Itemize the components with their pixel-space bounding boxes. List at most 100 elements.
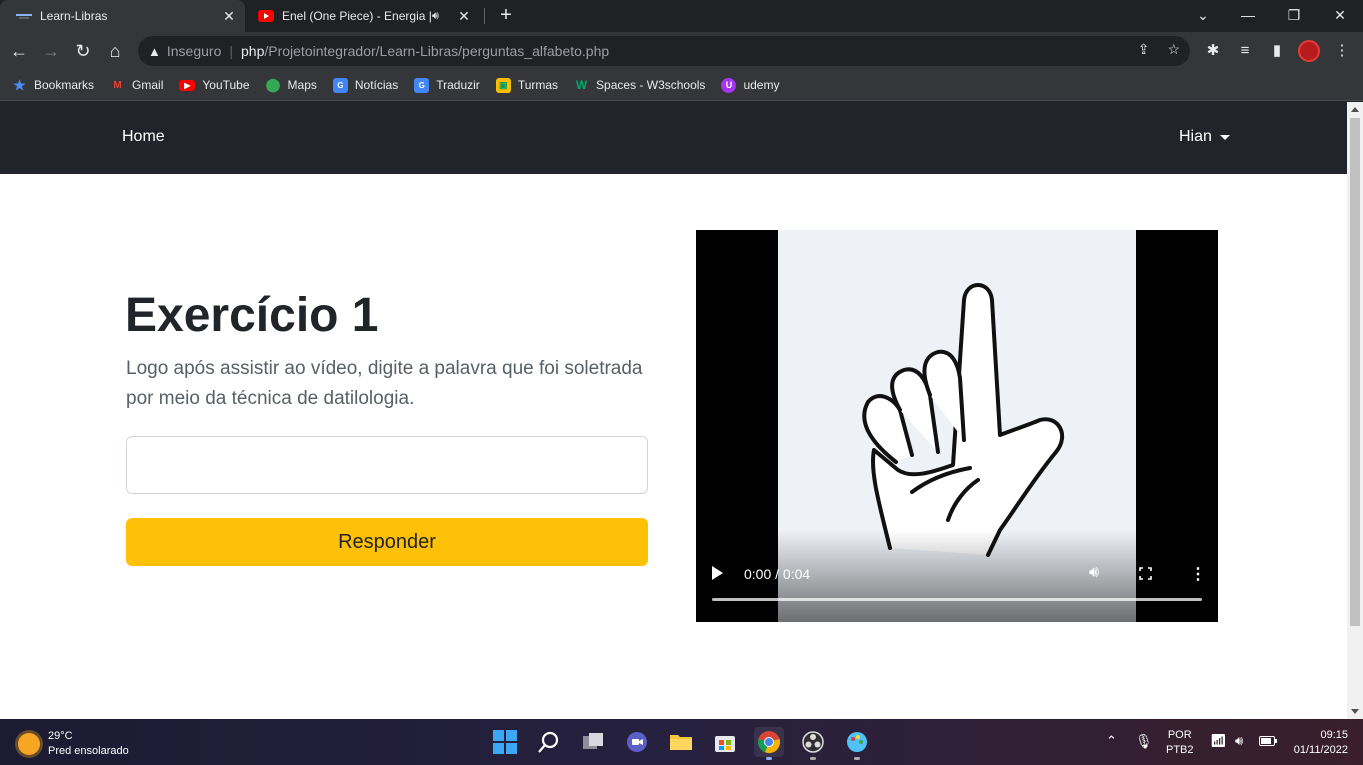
search-button[interactable] <box>534 727 564 757</box>
menu-icon[interactable]: ⋮ <box>1330 39 1354 63</box>
user-dropdown[interactable]: Hian <box>1179 128 1230 146</box>
tab-one-piece[interactable]: Enel (One Piece) - Energia | M 🔊︎ ✕ <box>250 0 480 32</box>
bookmarks-bar: ★ Bookmarks M Gmail ▶ YouTube ⬤ Maps G N… <box>0 70 1363 101</box>
gmail-icon: M <box>113 79 122 91</box>
tab-learn-libras[interactable]: Learn-Libras ✕ <box>0 0 245 32</box>
chrome-icon <box>758 731 781 754</box>
exercise-description: Logo após assistir ao vídeo, digite a pa… <box>126 358 643 409</box>
task-view-button[interactable] <box>578 727 608 757</box>
udemy-icon: U <box>721 77 737 93</box>
volume-icon[interactable]: 🔊︎ <box>1235 733 1243 749</box>
warning-icon[interactable]: ▲ <box>148 44 161 59</box>
fullscreen-icon[interactable] <box>1139 567 1152 580</box>
bookmark-star-icon[interactable]: ☆ <box>1167 41 1180 58</box>
submit-button[interactable]: Responder <box>126 518 648 566</box>
bookmark-item[interactable]: ★ Bookmarks <box>12 77 94 93</box>
more-options-icon[interactable]: ⋮ <box>1190 564 1206 584</box>
battery-icon[interactable] <box>1259 736 1277 749</box>
youtube-icon <box>258 8 274 24</box>
profile-avatar[interactable] <box>1298 40 1320 62</box>
page-scrollbar[interactable] <box>1347 102 1363 719</box>
translate-icon: G <box>414 77 430 93</box>
folder-icon <box>670 735 692 750</box>
video-progress-bar[interactable] <box>712 598 1202 601</box>
weather-description: Pred ensolarado <box>48 745 129 757</box>
forward-button[interactable]: → <box>39 39 63 63</box>
tab-search-icon[interactable]: ⌄ <box>1180 0 1226 32</box>
wifi-icon[interactable]: 📶︎ <box>1210 733 1227 749</box>
play-icon[interactable] <box>712 566 723 580</box>
browser-toolbar: ← → ↻ ⌂ ▲ Inseguro | php /Projetointegra… <box>0 32 1363 70</box>
scroll-down-icon[interactable] <box>1351 709 1359 714</box>
close-tab-icon[interactable]: ✕ <box>219 8 239 25</box>
new-tab-button[interactable]: + <box>494 4 518 28</box>
bookmark-item[interactable]: G Traduzir <box>414 77 480 93</box>
windows-logo-icon <box>493 730 517 754</box>
weather-widget[interactable]: 29°C Pred ensolarado <box>18 729 129 759</box>
security-label: Inseguro <box>166 43 222 59</box>
answer-input[interactable] <box>126 436 648 494</box>
w3schools-icon: W <box>575 78 588 92</box>
bookmark-label: Spaces - W3schools <box>596 78 706 92</box>
scroll-up-icon[interactable] <box>1351 107 1359 112</box>
extensions-icon[interactable]: ✱ <box>1201 39 1225 63</box>
volume-icon[interactable]: 🔊︎ <box>1089 564 1099 582</box>
bookmark-item[interactable]: M Gmail <box>110 78 163 93</box>
running-indicator <box>854 757 860 760</box>
share-icon[interactable]: ⇪ <box>1138 41 1150 58</box>
bookmark-item[interactable]: W Spaces - W3schools <box>574 78 706 93</box>
media-control-icon[interactable]: ≡ <box>1233 39 1257 63</box>
bookmark-item[interactable]: G Notícias <box>332 77 399 93</box>
chrome-button[interactable] <box>754 727 784 760</box>
obs-button[interactable] <box>798 727 828 760</box>
minimize-button[interactable]: — <box>1225 0 1271 32</box>
paint-button[interactable] <box>842 727 872 760</box>
bookmark-label: Traduzir <box>436 78 480 92</box>
bookmark-label: Gmail <box>132 78 164 92</box>
file-explorer-button[interactable] <box>666 727 696 757</box>
bookmark-item[interactable]: ▶ YouTube <box>179 78 250 92</box>
start-button[interactable] <box>490 727 520 757</box>
language-code: POR <box>1167 729 1192 741</box>
language-indicator[interactable]: POR PTB2 <box>1166 728 1194 758</box>
clock[interactable]: 09:15 01/11/2022 <box>1288 728 1348 758</box>
bookmark-label: Turmas <box>517 78 559 92</box>
palette-icon <box>847 732 867 752</box>
bookmark-item[interactable]: ⬤ Maps <box>265 77 317 93</box>
bookmark-label: Maps <box>287 78 317 92</box>
site-favicon <box>16 8 32 24</box>
chat-button[interactable] <box>622 727 652 757</box>
microphone-icon[interactable]: 🎙︎ <box>1135 733 1153 750</box>
running-indicator <box>766 757 772 760</box>
address-bar[interactable]: ▲ Inseguro | php /Projetointegrador/Lear… <box>138 36 1190 66</box>
show-hidden-icons-chevron-up-icon[interactable]: ⌃ <box>1106 733 1117 749</box>
back-button[interactable]: ← <box>7 39 31 63</box>
home-icon[interactable]: ⌂ <box>103 39 127 63</box>
restore-button[interactable]: ❐ <box>1271 0 1317 32</box>
store-button[interactable] <box>710 727 740 757</box>
close-tab-icon[interactable]: ✕ <box>454 8 474 25</box>
site-navbar: Home Hian <box>0 102 1347 174</box>
youtube-icon: ▶ <box>179 79 196 91</box>
scrollbar-thumb[interactable] <box>1350 118 1360 626</box>
obs-icon <box>802 731 824 753</box>
weather-temperature: 29°C <box>48 730 73 742</box>
audio-playing-icon[interactable]: 🔊︎ <box>432 10 448 23</box>
weather-sun-icon <box>18 733 40 755</box>
tab-title: Learn-Libras <box>40 9 108 23</box>
side-panel-icon[interactable]: ▮ <box>1265 39 1289 63</box>
bookmark-item[interactable]: ▣ Turmas <box>495 77 559 93</box>
nav-home-link[interactable]: Home <box>122 128 165 146</box>
bookmark-label: Notícias <box>354 78 399 92</box>
video-player[interactable]: 0:00 / 0:04 🔊︎ ⋮ <box>696 230 1218 622</box>
divider: | <box>229 43 233 59</box>
close-window-button[interactable]: ✕ <box>1317 0 1363 32</box>
reload-button[interactable]: ↻ <box>71 39 95 63</box>
store-icon <box>715 736 735 752</box>
bookmark-item[interactable]: U udemy <box>721 77 779 93</box>
clock-date: 01/11/2022 <box>1293 744 1348 756</box>
maps-icon: ⬤ <box>265 77 281 92</box>
user-name: Hian <box>1179 128 1212 145</box>
url-path: /Projetointegrador/Learn-Libras/pergunta… <box>264 43 610 59</box>
tab-strip: Learn-Libras ✕ Enel (One Piece) - Energi… <box>0 0 1363 32</box>
